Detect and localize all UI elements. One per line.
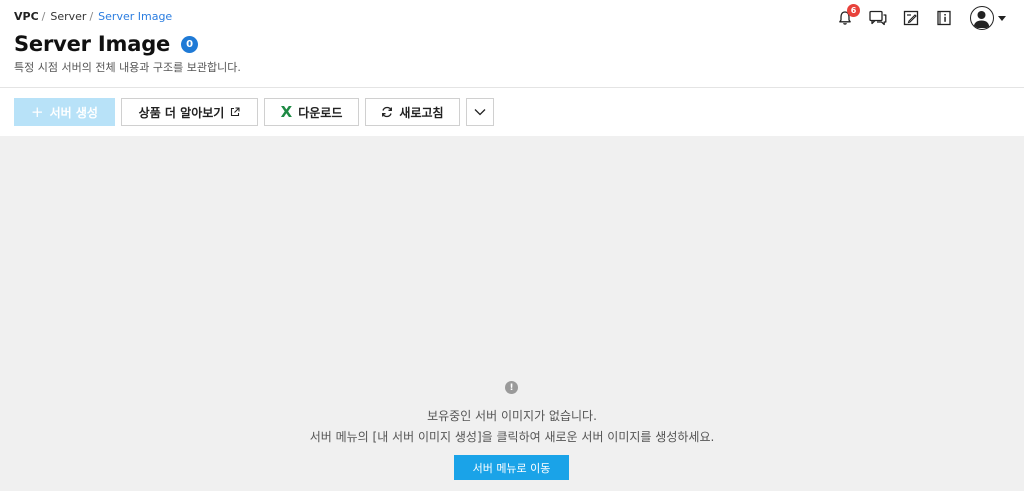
page-subtitle: 특정 시점 서버의 전체 내용과 구조를 보관합니다. <box>14 61 241 74</box>
user-avatar-icon <box>973 11 990 28</box>
go-to-server-menu-button[interactable]: 서버 메뉴로 이동 <box>454 455 569 480</box>
caret-down-icon[interactable] <box>998 15 1006 21</box>
toolbar: + 서버 생성 상품 더 알아보기 X 다운로드 새로고침 <box>0 88 1024 136</box>
avatar[interactable] <box>970 6 994 30</box>
learn-more-button[interactable]: 상품 더 알아보기 <box>121 98 258 126</box>
excel-icon: X <box>280 103 293 121</box>
refresh-button[interactable]: 새로고침 <box>365 98 460 126</box>
download-button[interactable]: X 다운로드 <box>264 98 359 126</box>
refresh-icon <box>382 106 393 118</box>
empty-hint: 서버 메뉴의 [내 서버 이미지 생성]을 클릭하여 새로운 서버 이미지를 생… <box>309 430 715 444</box>
memo-icon <box>903 10 919 26</box>
breadcrumb-server[interactable]: Server <box>50 10 86 23</box>
breadcrumb: VPC / Server / Server Image <box>14 10 172 23</box>
memo-button[interactable] <box>901 8 921 28</box>
refresh-label: 새로고침 <box>399 105 444 120</box>
chat-icon <box>869 10 887 26</box>
breadcrumb-current[interactable]: Server Image <box>98 10 172 23</box>
user-menu[interactable] <box>970 6 1006 30</box>
chat-button[interactable] <box>868 8 888 28</box>
chevron-down-icon <box>474 109 486 116</box>
notification-count-badge: 6 <box>847 4 860 17</box>
download-label: 다운로드 <box>298 105 343 120</box>
learn-more-label: 상품 더 알아보기 <box>138 105 225 120</box>
breadcrumb-separator: / <box>89 10 94 23</box>
top-icon-bar: 6 <box>822 4 1006 30</box>
create-server-button[interactable]: + 서버 생성 <box>14 98 115 126</box>
plus-icon: + <box>31 102 44 121</box>
alert-icon: ! <box>505 381 518 394</box>
info-button[interactable] <box>934 8 954 28</box>
external-link-icon <box>231 107 240 117</box>
create-server-label: 서버 생성 <box>49 105 98 120</box>
empty-list-area: ! 보유중인 서버 이미지가 없습니다. 서버 메뉴의 [내 서버 이미지 생성… <box>0 136 1024 491</box>
count-badge: 0 <box>181 35 199 53</box>
breadcrumb-separator: / <box>41 10 46 23</box>
title-row: Server Image 0 <box>14 32 199 56</box>
page-header: VPC / Server / Server Image Server Image… <box>0 0 1024 88</box>
notifications-button[interactable]: 6 <box>835 4 860 28</box>
info-book-icon <box>937 10 951 26</box>
page-title: Server Image <box>14 32 171 56</box>
breadcrumb-vpc[interactable]: VPC <box>14 10 39 23</box>
empty-message: 보유중인 서버 이미지가 없습니다. <box>427 409 597 423</box>
more-options-button[interactable] <box>466 98 494 126</box>
